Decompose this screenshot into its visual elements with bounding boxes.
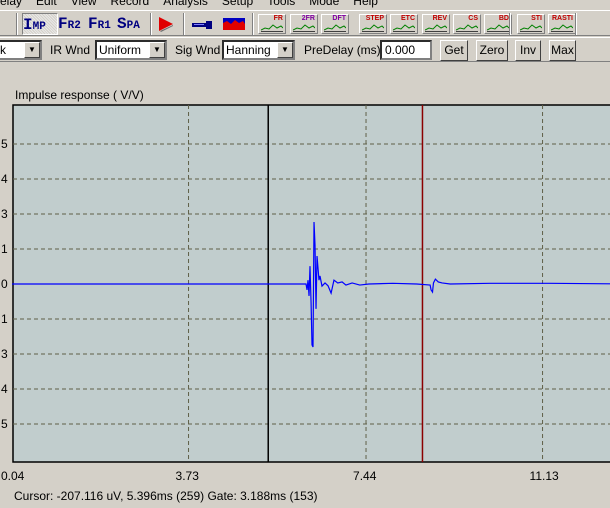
first-combo[interactable]: k ▼	[0, 40, 42, 60]
separator	[150, 13, 152, 35]
label: R1	[97, 20, 111, 32]
label: F	[58, 15, 68, 33]
menu-elay[interactable]: elay	[0, 0, 22, 8]
spectrum-icon[interactable]	[223, 18, 245, 33]
etc-graph-icon	[393, 24, 415, 32]
separator	[509, 13, 511, 35]
x-tick-label: 0.04	[1, 469, 25, 483]
separator	[575, 13, 577, 35]
step-graph-icon	[362, 24, 384, 32]
get-button[interactable]: Get	[440, 40, 468, 61]
separator	[183, 13, 185, 35]
sig-wnd-select[interactable]: Hanning ▼	[222, 40, 295, 60]
y-tick-label: 1	[1, 242, 8, 256]
value: k	[0, 43, 6, 57]
bd-graph-icon	[487, 24, 509, 32]
dft-graph-icon	[324, 24, 346, 32]
x-tick-label: 11.13	[529, 469, 559, 483]
predelay-input[interactable]: 0.000	[380, 40, 432, 60]
x-tick-label: 3.73	[175, 469, 199, 483]
tool-etc-button[interactable]: ETC	[390, 14, 418, 34]
mode-fr2-button[interactable]: FR2	[58, 13, 90, 35]
tool-rev-button[interactable]: REV	[422, 14, 450, 34]
x-tick-label: 7.44	[353, 469, 377, 483]
separator	[16, 13, 18, 35]
predelay-label: PreDelay (ms)	[304, 43, 381, 57]
y-tick-label: 4	[1, 382, 8, 396]
value: Hanning	[226, 43, 271, 57]
label: F	[88, 15, 98, 33]
zero-button[interactable]: Zero	[476, 40, 508, 61]
y-tick-label: 4	[1, 172, 8, 186]
2fr-graph-icon	[293, 24, 315, 32]
mode-imp-button[interactable]: IMP	[22, 13, 58, 35]
label: S	[117, 15, 127, 33]
y-tick-label: 5	[1, 417, 8, 431]
toolbar-settings: k ▼ IR Wnd Uniform ▼ Sig Wnd Hanning ▼ PreD…	[0, 37, 610, 62]
menu-setup[interactable]: Setup	[222, 0, 253, 8]
max-button[interactable]: Max	[549, 40, 576, 61]
tool-step-button[interactable]: STEP	[359, 14, 387, 34]
sig-wnd-label: Sig Wnd	[175, 43, 221, 57]
fr-graph-icon	[261, 24, 283, 32]
toolbar-main: IMP FR2 FR1 SPA FR 2FR DFT STEP ETC REV CS BD ST…	[0, 10, 610, 36]
inv-button[interactable]: Inv	[515, 40, 541, 61]
separator	[252, 13, 254, 35]
rasti-graph-icon	[551, 24, 573, 32]
label: I	[23, 16, 33, 34]
impulse-response-plot[interactable]: 5 4 3 1 0 1 3 4 5	[0, 100, 610, 468]
y-tick-label: 3	[1, 207, 8, 221]
play-icon[interactable]	[156, 16, 176, 35]
tool-dft-button[interactable]: DFT	[321, 14, 349, 34]
y-tick-label: 0	[1, 277, 8, 291]
menu-bar: elay Edit View Record Analysis Setup Tools Mode…	[0, 0, 610, 8]
ir-wnd-select[interactable]: Uniform ▼	[95, 40, 167, 60]
rev-graph-icon	[425, 24, 447, 32]
chevron-down-icon[interactable]: ▼	[149, 42, 165, 58]
tool-fr-button[interactable]: FR	[258, 14, 286, 34]
menu-edit[interactable]: Edit	[36, 0, 57, 8]
ir-wnd-label: IR Wnd	[50, 43, 91, 57]
tool-bd-button[interactable]: BD	[484, 14, 512, 34]
cs-graph-icon	[456, 24, 478, 32]
chevron-down-icon[interactable]: ▼	[24, 42, 40, 58]
mode-spa-button[interactable]: SPA	[117, 13, 151, 35]
probe-icon[interactable]	[192, 19, 214, 33]
y-tick-label: 1	[1, 312, 8, 326]
menu-view[interactable]: View	[71, 0, 97, 8]
label: MP	[32, 21, 46, 33]
menu-analysis[interactable]: Analysis	[163, 0, 208, 8]
tool-cs-button[interactable]: CS	[453, 14, 481, 34]
menu-help[interactable]: Help	[353, 0, 378, 8]
tool-2fr-button[interactable]: 2FR	[290, 14, 318, 34]
tool-rasti-button[interactable]: RASTI	[548, 14, 576, 34]
status-bar: Cursor: -207.116 uV, 5.396ms (259) Gate:…	[14, 489, 318, 503]
menu-record[interactable]: Record	[111, 0, 150, 8]
tool-sti-button[interactable]: STI	[517, 14, 545, 34]
chevron-down-icon[interactable]: ▼	[277, 42, 293, 58]
y-tick-label: 5	[1, 137, 8, 151]
mode-fr1-button[interactable]: FR1	[88, 13, 120, 35]
y-tick-label: 3	[1, 347, 8, 361]
label: R2	[67, 20, 81, 32]
menu-tools[interactable]: Tools	[267, 0, 295, 8]
menu-mode[interactable]: Mode	[309, 0, 339, 8]
sti-graph-icon	[520, 24, 542, 32]
label: PA	[126, 20, 140, 32]
value: Uniform	[99, 43, 142, 57]
